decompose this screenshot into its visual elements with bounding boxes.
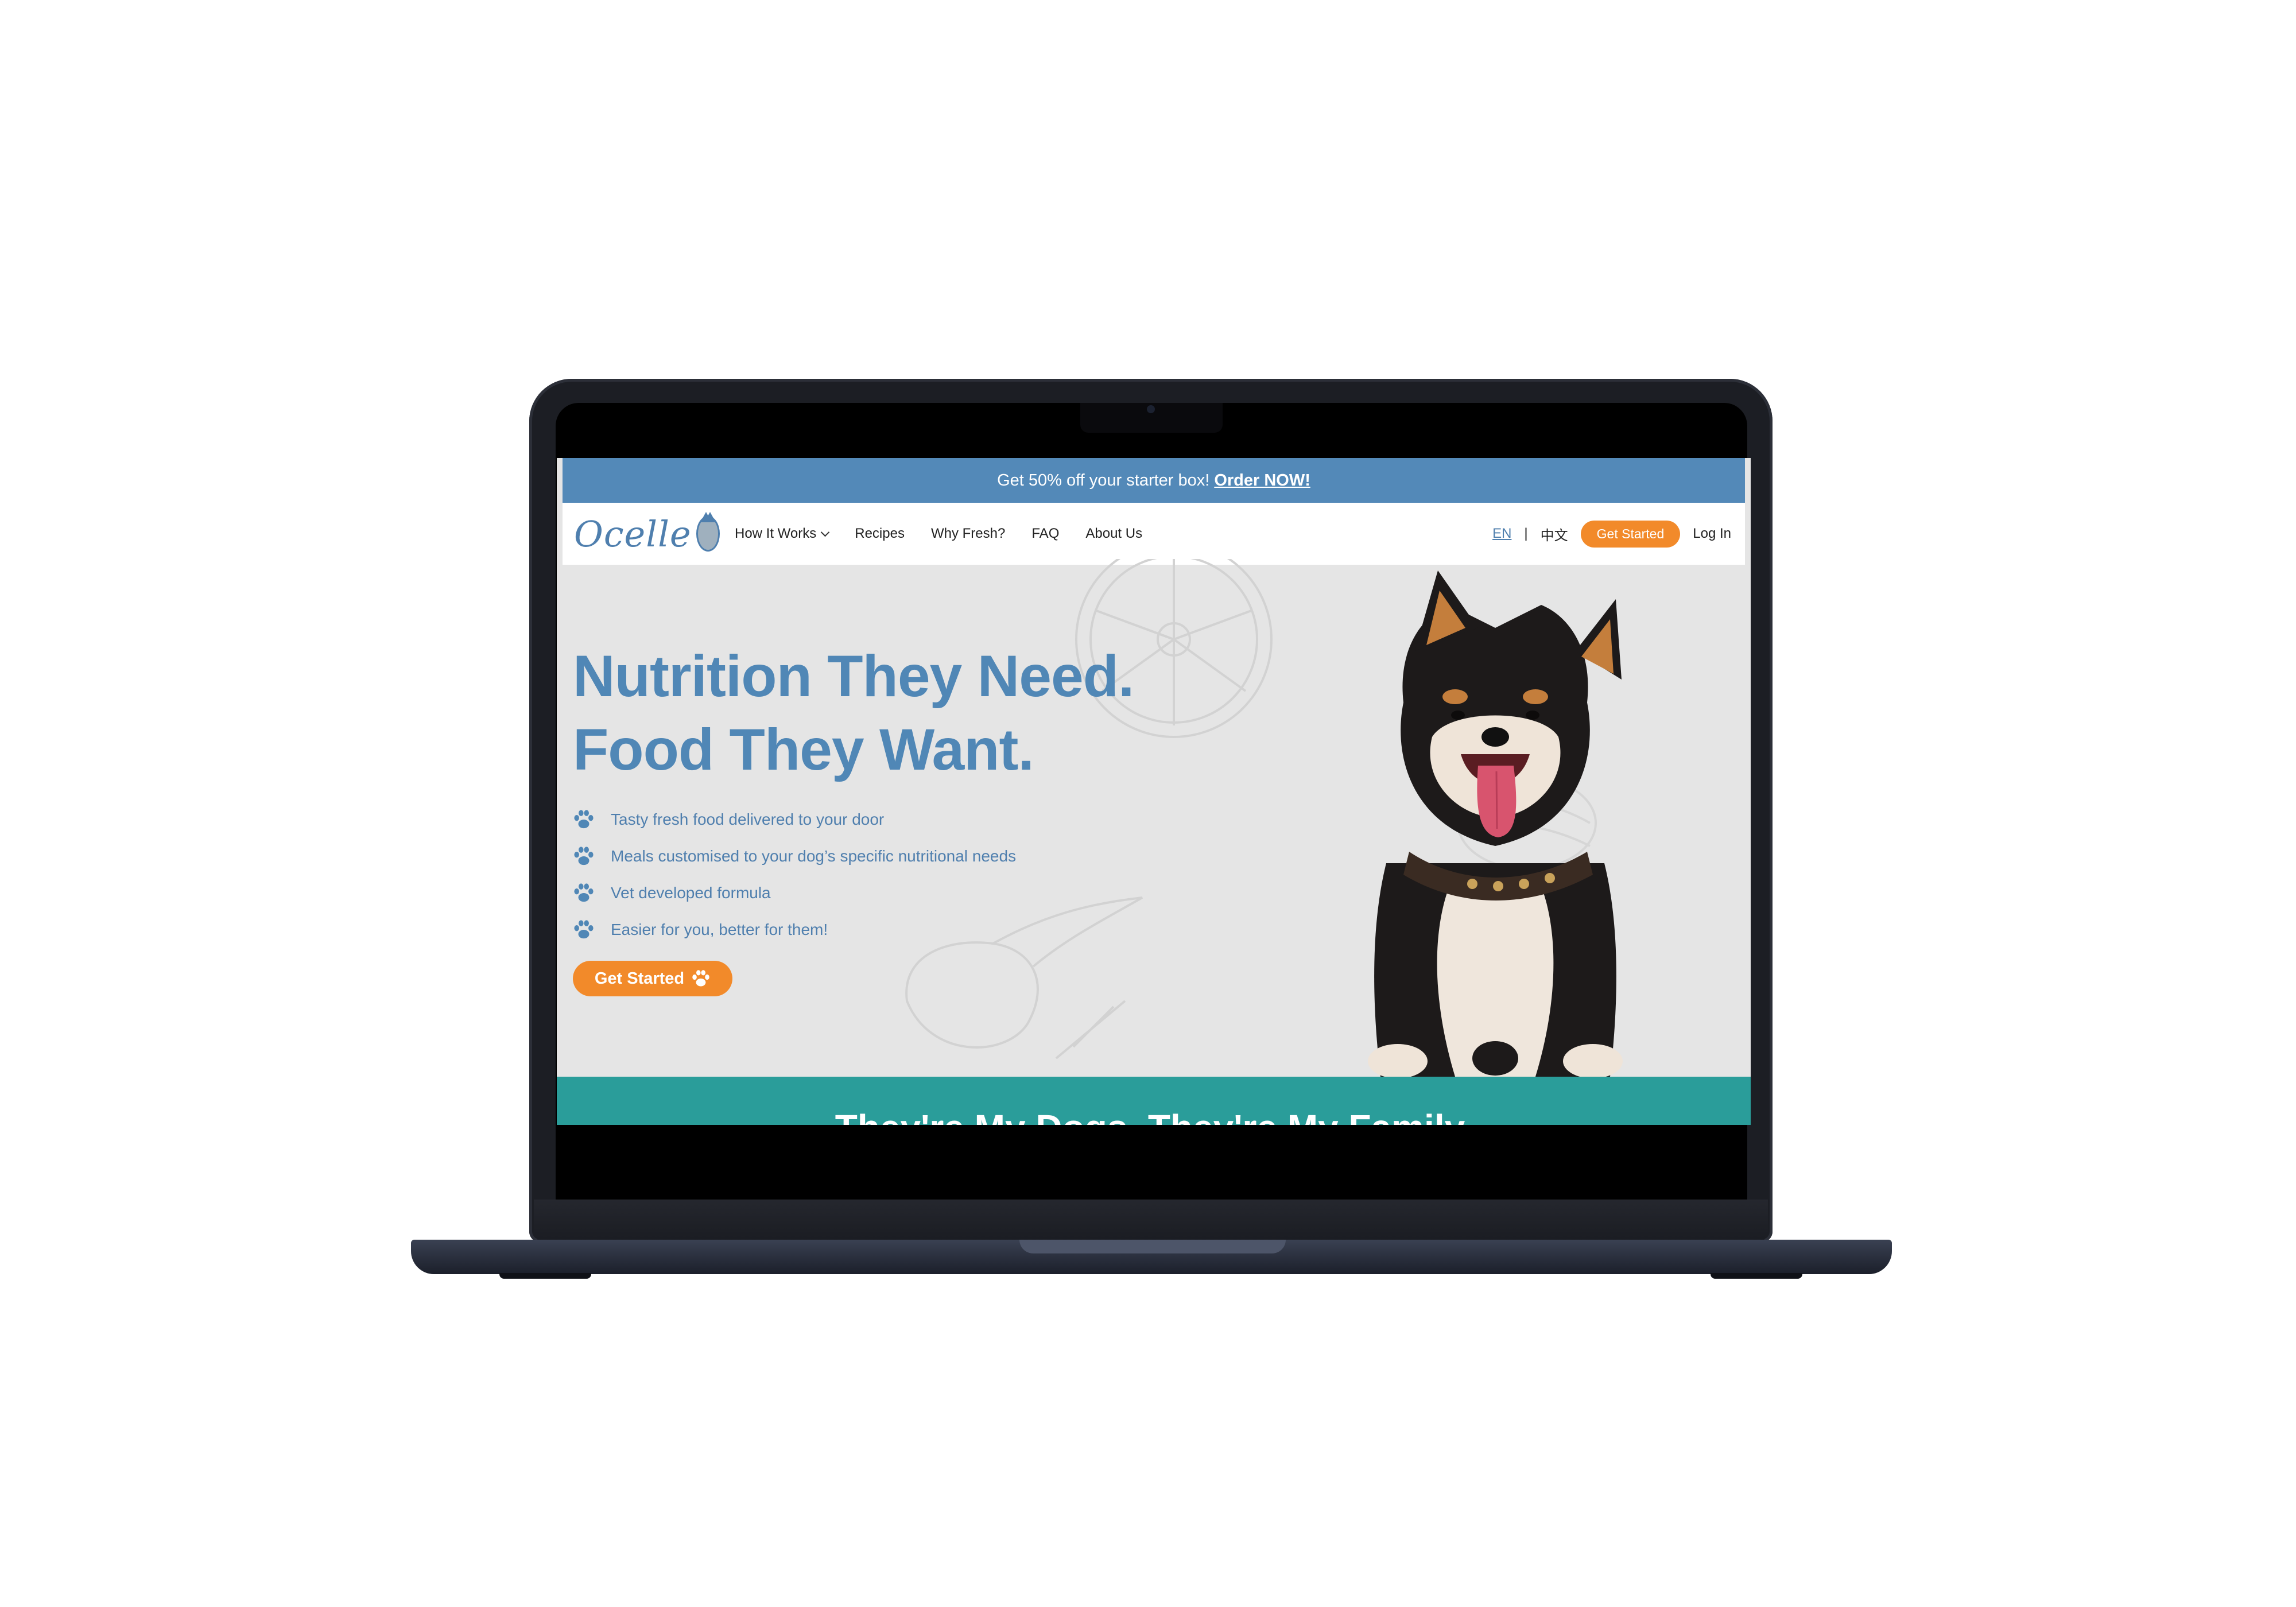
feature-text: Vet developed formula <box>611 884 771 902</box>
laptop-chin <box>534 1200 1768 1242</box>
nav-why-fresh[interactable]: Why Fresh? <box>931 526 1005 542</box>
logo[interactable]: Ocelle <box>574 512 720 555</box>
feature-list: Tasty fresh food delivered to your door … <box>573 801 1016 948</box>
hero-headline: Nutrition They Need. Food They Want. <box>573 639 1134 786</box>
feature-item: Meals customised to your dog’s specific … <box>573 838 1016 875</box>
hero-cta-label: Get Started <box>594 969 685 988</box>
hero-get-started-button[interactable]: Get Started <box>573 961 732 996</box>
nav-right: EN | 中文 Get Started Log In <box>1492 520 1731 548</box>
nav-get-started-button[interactable]: Get Started <box>1580 520 1681 548</box>
feature-item: Easier for you, better for them! <box>573 911 1016 948</box>
promo-banner: Get 50% off your starter box! Order NOW! <box>563 458 1745 503</box>
website-screen: Get 50% off your starter box! Order NOW!… <box>557 458 1751 1125</box>
shiba-inu-dog-image <box>1368 570 1623 1077</box>
nav-about-us[interactable]: About Us <box>1085 526 1142 542</box>
nav-faq[interactable]: FAQ <box>1031 526 1059 542</box>
paw-icon <box>692 970 709 987</box>
lang-separator: | <box>1524 526 1528 541</box>
top-nav: Ocelle How It Works Recipes Why Fresh? F… <box>563 503 1745 565</box>
hero-headline-line2: Food They Want. <box>573 717 1034 782</box>
laptop-hinge <box>1019 1240 1286 1253</box>
feature-item: Vet developed formula <box>573 875 1016 911</box>
feature-text: Easier for you, better for them! <box>611 921 828 938</box>
laptop-foot-right <box>1711 1273 1802 1279</box>
chevron-down-icon <box>820 527 830 537</box>
paw-icon <box>574 810 594 829</box>
paw-icon <box>574 920 594 939</box>
login-link[interactable]: Log In <box>1693 526 1731 542</box>
feature-text: Tasty fresh food delivered to your door <box>611 810 885 828</box>
camera-icon <box>1147 405 1155 413</box>
lang-en-link[interactable]: EN <box>1492 526 1511 542</box>
family-section-title: They're My Dogs. They're My Family. <box>557 1107 1751 1125</box>
promo-order-link[interactable]: Order NOW! <box>1214 471 1310 490</box>
feature-text: Meals customised to your dog’s specific … <box>611 847 1017 865</box>
laptop-foot-left <box>499 1273 591 1279</box>
family-section-banner: They're My Dogs. They're My Family. <box>557 1077 1751 1125</box>
hero-section: Nutrition They Need. Food They Want. Tas… <box>557 559 1751 1077</box>
nav-how-it-works[interactable]: How It Works <box>735 526 830 542</box>
nav-how-it-works-label: How It Works <box>735 526 817 541</box>
paw-icon <box>574 847 594 865</box>
dog-face-icon <box>696 512 720 552</box>
nav-recipes[interactable]: Recipes <box>855 526 905 542</box>
nav-links: How It Works Recipes Why Fresh? FAQ Abou… <box>735 526 1142 542</box>
promo-text: Get 50% off your starter box! <box>997 471 1210 490</box>
hero-headline-line1: Nutrition They Need. <box>573 643 1134 709</box>
lang-zh-link[interactable]: 中文 <box>1541 524 1568 544</box>
feature-item: Tasty fresh food delivered to your door <box>573 801 1016 838</box>
logo-text: Ocelle <box>574 513 692 555</box>
paw-icon <box>574 883 594 902</box>
